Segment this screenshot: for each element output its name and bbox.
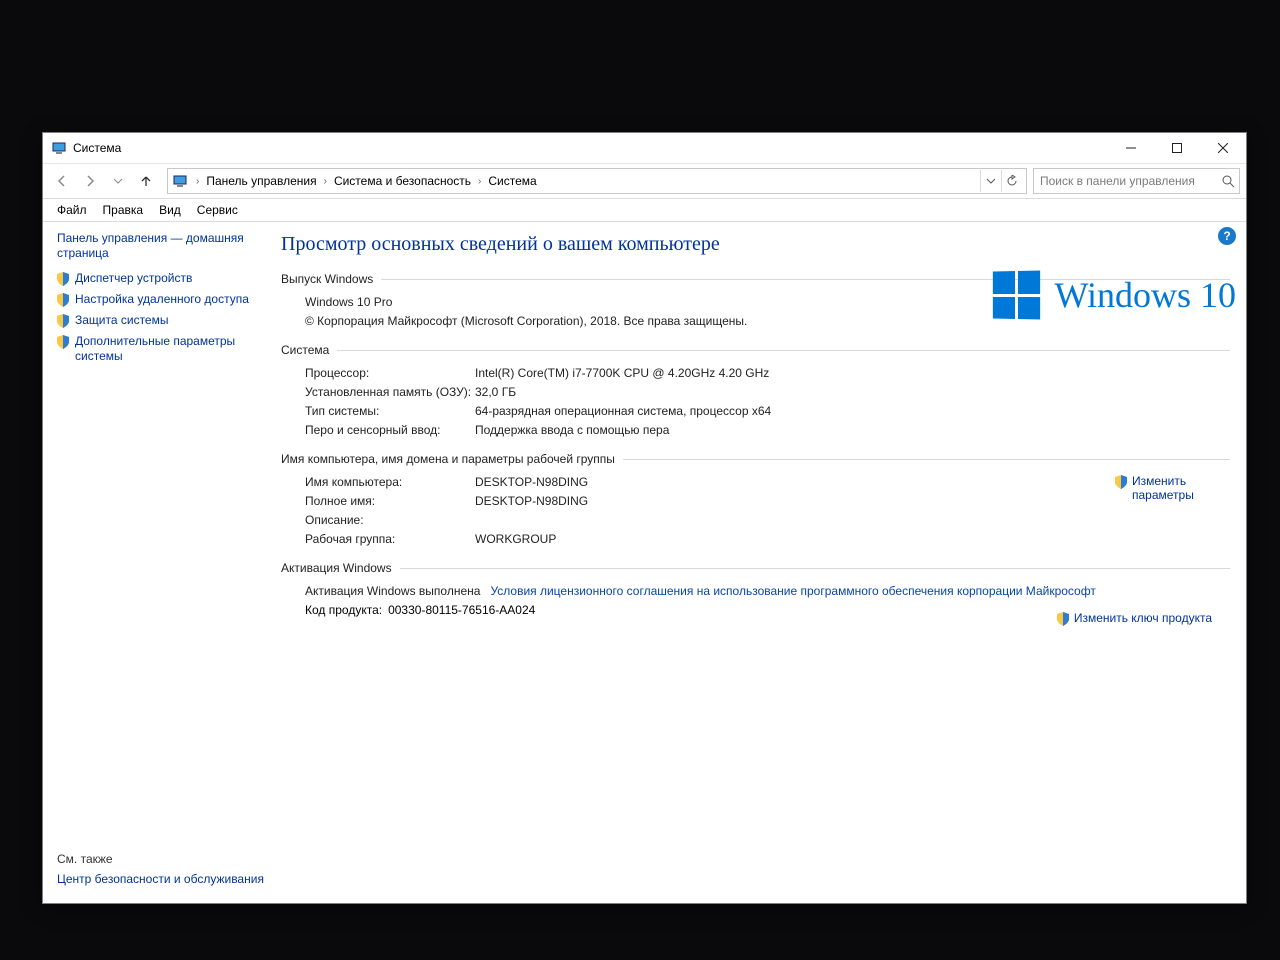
windows-logo-icon — [993, 270, 1040, 319]
sidebar: Панель управления — домашняя страница Ди… — [43, 221, 275, 903]
sidebar-advanced-settings[interactable]: Дополнительные параметры системы — [57, 334, 267, 364]
maximize-button[interactable] — [1154, 133, 1200, 163]
cpu-label: Процессор: — [305, 365, 475, 381]
system-properties-window: Система › Панель управления › Система и … — [42, 132, 1247, 904]
edition-name: Windows 10 Pro — [305, 294, 392, 310]
section-title: Система — [281, 343, 329, 357]
menu-bar: Файл Правка Вид Сервис — [43, 199, 1246, 222]
sidebar-label: Дополнительные параметры системы — [75, 334, 267, 364]
pen-label: Перо и сенсорный ввод: — [305, 422, 475, 438]
change-settings-text: Изменить параметры — [1132, 474, 1212, 502]
chevron-right-icon[interactable]: › — [192, 176, 203, 187]
crumb-system-security[interactable]: Система и безопасность — [331, 172, 474, 190]
windows-logo-text: Windows 10 — [1054, 274, 1236, 316]
sidebar-remote-settings[interactable]: Настройка удаленного доступа — [57, 292, 267, 307]
back-button[interactable] — [49, 168, 75, 194]
title-bar[interactable]: Система — [43, 133, 1246, 164]
network-section: Имя компьютера, имя домена и параметры р… — [281, 452, 1230, 547]
workgroup-label: Рабочая группа: — [305, 531, 475, 547]
crumb-system[interactable]: Система — [485, 172, 539, 190]
sidebar-device-manager[interactable]: Диспетчер устройств — [57, 271, 267, 286]
fullname-value: DESKTOP-N98DING — [475, 493, 588, 509]
shield-icon — [57, 293, 69, 307]
search-input[interactable] — [1034, 174, 1217, 188]
refresh-button[interactable] — [1001, 170, 1022, 192]
window-title: Система — [73, 141, 121, 155]
breadcrumb[interactable]: › Панель управления › Система и безопасн… — [167, 168, 1027, 194]
shield-icon — [57, 272, 69, 286]
pcname-label: Имя компьютера: — [305, 474, 475, 490]
see-also: См. также Центр безопасности и обслужива… — [57, 852, 264, 887]
close-button[interactable] — [1200, 133, 1246, 163]
minimize-button[interactable] — [1108, 133, 1154, 163]
menu-edit[interactable]: Правка — [95, 201, 152, 219]
sidebar-label: Настройка удаленного доступа — [75, 292, 249, 307]
section-title: Имя компьютера, имя домена и параметры р… — [281, 452, 615, 466]
workgroup-value: WORKGROUP — [475, 531, 556, 547]
change-product-key-link[interactable]: Изменить ключ продукта — [1057, 611, 1212, 626]
search-box[interactable] — [1033, 168, 1240, 194]
shield-icon — [57, 314, 69, 328]
activation-section: Активация Windows Активация Windows выпо… — [281, 561, 1230, 618]
systype-label: Тип системы: — [305, 403, 475, 419]
pcname-value: DESKTOP-N98DING — [475, 474, 588, 490]
search-icon[interactable] — [1217, 175, 1239, 188]
copyright: © Корпорация Майкрософт (Microsoft Corpo… — [305, 313, 747, 329]
shield-icon — [1115, 475, 1127, 489]
shield-icon — [57, 335, 69, 349]
activation-status: Активация Windows выполнена — [305, 583, 480, 599]
ram-value: 32,0 ГБ — [475, 384, 516, 400]
path-dropdown-button[interactable] — [980, 170, 1001, 192]
change-settings-link[interactable]: Изменить параметры — [1115, 474, 1212, 502]
recent-dropdown-icon[interactable] — [105, 168, 131, 194]
license-terms-link[interactable]: Условия лицензионного соглашения на испо… — [490, 583, 1095, 599]
windows-logo: Windows 10 — [992, 271, 1236, 319]
sidebar-label: Защита системы — [75, 313, 168, 328]
chevron-right-icon[interactable]: › — [474, 176, 485, 187]
menu-view[interactable]: Вид — [151, 201, 189, 219]
security-center-link[interactable]: Центр безопасности и обслуживания — [57, 872, 264, 887]
control-panel-home-link[interactable]: Панель управления — домашняя страница — [57, 231, 267, 261]
menu-file[interactable]: Файл — [49, 201, 95, 219]
systype-value: 64-разрядная операционная система, проце… — [475, 403, 771, 419]
change-key-text: Изменить ключ продукта — [1074, 611, 1212, 625]
computer-icon — [172, 173, 188, 189]
computer-icon — [51, 140, 67, 156]
content-area: Просмотр основных сведений о вашем компь… — [275, 221, 1246, 903]
up-button[interactable] — [133, 168, 159, 194]
forward-button[interactable] — [77, 168, 103, 194]
section-title: Активация Windows — [281, 561, 392, 575]
system-section: Система Процессор:Intel(R) Core(TM) i7-7… — [281, 343, 1230, 438]
address-bar: › Панель управления › Система и безопасн… — [43, 164, 1246, 199]
desc-label: Описание: — [305, 512, 475, 528]
sidebar-system-protection[interactable]: Защита системы — [57, 313, 267, 328]
fullname-label: Полное имя: — [305, 493, 475, 509]
menu-tools[interactable]: Сервис — [189, 201, 246, 219]
product-id-label: Код продукта: — [305, 602, 382, 618]
page-title: Просмотр основных сведений о вашем компь… — [281, 233, 1230, 256]
chevron-right-icon[interactable]: › — [320, 176, 331, 187]
see-also-title: См. также — [57, 852, 264, 866]
ram-label: Установленная память (ОЗУ): — [305, 384, 475, 400]
sidebar-label: Диспетчер устройств — [75, 271, 192, 286]
window-body: Панель управления — домашняя страница Ди… — [43, 221, 1246, 903]
pen-value: Поддержка ввода с помощью пера — [475, 422, 669, 438]
section-title: Выпуск Windows — [281, 272, 373, 286]
product-id-value: 00330-80115-76516-AA024 — [388, 602, 535, 618]
shield-icon — [1057, 612, 1069, 626]
crumb-control-panel[interactable]: Панель управления — [203, 172, 319, 190]
cpu-value: Intel(R) Core(TM) i7-7700K CPU @ 4.20GHz… — [475, 365, 769, 381]
